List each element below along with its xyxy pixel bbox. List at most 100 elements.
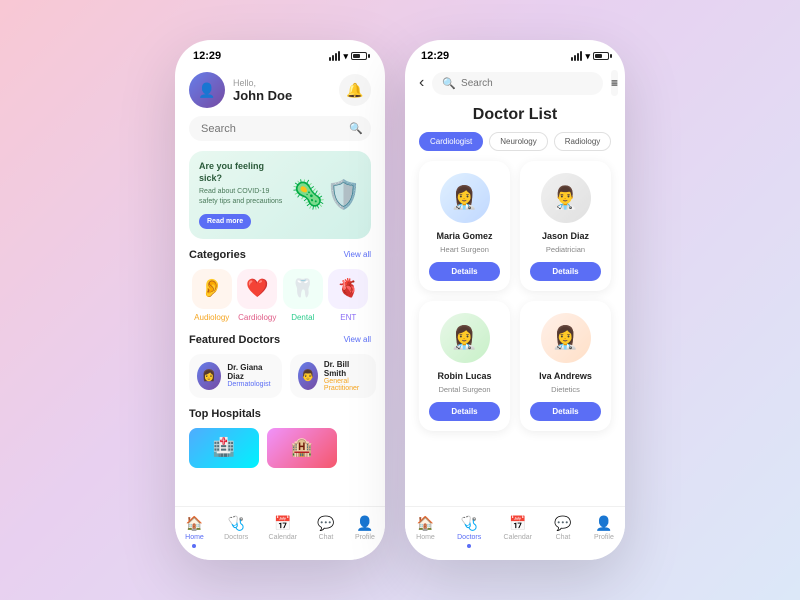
bottom-nav-left: 🏠 Home 🩺 Doctors 📅 Calendar 💬 Chat 👤 Pro… <box>175 506 385 560</box>
doctor-info-2: Dr. Bill Smith General Practitioner <box>324 360 368 392</box>
nav-doctors-right[interactable]: 🩺 Doctors <box>457 515 481 548</box>
featured-view-all[interactable]: View all <box>344 335 371 344</box>
nav-home-left[interactable]: 🏠 Home <box>185 515 204 548</box>
ent-label: ENT <box>340 313 356 322</box>
doctor-spec-1: Dermatologist <box>227 381 274 388</box>
calendar-icon-right: 📅 <box>509 515 526 532</box>
details-button-jason[interactable]: Details <box>530 262 601 281</box>
doctor-avatar-1: 👩 <box>197 362 221 390</box>
chat-icon-left: 💬 <box>317 515 334 532</box>
nav-calendar-right[interactable]: 📅 Calendar <box>504 515 532 548</box>
audiology-icon-wrap: 👂 <box>192 269 232 309</box>
nav-home-right[interactable]: 🏠 Home <box>416 515 435 548</box>
doctor-avatar-robin: 👩‍⚕️ <box>440 313 490 363</box>
nav-dot-right <box>467 544 471 548</box>
notification-button[interactable]: 🔔 <box>339 74 371 106</box>
nav-calendar-left[interactable]: 📅 Calendar <box>269 515 297 548</box>
left-phone: 12:29 ▾ 👤 Hello, John Doe <box>175 40 385 560</box>
doctor-card-robin: 👩‍⚕️ Robin Lucas Dental Surgeon Details <box>419 301 510 431</box>
categories-view-all[interactable]: View all <box>344 250 371 259</box>
search-input-right[interactable] <box>461 78 593 89</box>
dental-label: Dental <box>291 313 314 322</box>
categories-list: 👂 Audiology ❤️ Cardiology 🦷 Dental 🫀 <box>175 269 385 322</box>
signal-icon-right <box>571 51 582 61</box>
nav-chat-right[interactable]: 💬 Chat <box>554 515 571 548</box>
filter-button[interactable]: ≡ <box>611 70 618 96</box>
doctor-name-jason: Jason Diaz <box>542 231 589 241</box>
details-button-maria[interactable]: Details <box>429 262 500 281</box>
featured-doctors-title: Featured Doctors <box>189 334 280 346</box>
chat-label-left: Chat <box>319 534 334 541</box>
calendar-icon-left: 📅 <box>274 515 291 532</box>
tab-cardiologist[interactable]: Cardiologist <box>419 132 483 151</box>
category-cardiology[interactable]: ❤️ Cardiology <box>237 269 277 322</box>
doctors-label-left: Doctors <box>224 534 248 541</box>
doctor-name-maria: Maria Gomez <box>436 231 492 241</box>
right-header: ‹ 🔍 ≡ <box>405 66 625 102</box>
header-left: 👤 Hello, John Doe 🔔 <box>175 66 385 116</box>
featured-doctor-1[interactable]: 👩 Dr. Giana Diaz Dermatologist <box>189 354 282 398</box>
doctors-label-right: Doctors <box>457 534 481 541</box>
doctor-avatar-2: 👨 <box>298 362 318 390</box>
wifi-icon-right: ▾ <box>585 51 590 62</box>
calendar-label-right: Calendar <box>504 534 532 541</box>
right-phone: 12:29 ▾ ‹ 🔍 ≡ <box>405 40 625 560</box>
page-title: Doctor List <box>405 102 625 132</box>
hospital-1[interactable]: 🏥 <box>189 428 259 468</box>
status-icons-left: ▾ <box>329 51 367 62</box>
tab-radiology[interactable]: Radiology <box>554 132 612 151</box>
category-audiology[interactable]: 👂 Audiology <box>192 269 232 322</box>
category-ent[interactable]: 🫀 ENT <box>328 269 368 322</box>
search-icon-left: 🔍 <box>349 122 363 135</box>
hospitals-title: Top Hospitals <box>189 408 261 420</box>
doctor-avatar-jason: 👨‍⚕️ <box>541 173 591 223</box>
greeting: Hello, <box>233 78 292 88</box>
doctor-spec-maria: Heart Surgeon <box>440 245 489 254</box>
tab-neurology[interactable]: Neurology <box>489 132 547 151</box>
featured-doctors-list: 👩 Dr. Giana Diaz Dermatologist 👨 Dr. Bil… <box>175 354 385 398</box>
featured-doctor-2[interactable]: 👨 Dr. Bill Smith General Practitioner <box>290 354 375 398</box>
nav-profile-right[interactable]: 👤 Profile <box>594 515 614 548</box>
read-more-button[interactable]: Read more <box>199 214 251 229</box>
doctor-avatar-iva: 👩‍⚕️ <box>541 313 591 363</box>
category-tabs: Cardiologist Neurology Radiology <box>405 132 625 161</box>
name-block: Hello, John Doe <box>233 78 292 103</box>
doctor-name-1: Dr. Giana Diaz <box>227 363 274 381</box>
hospital-2[interactable]: 🏨 <box>267 428 337 468</box>
doctor-spec-robin: Dental Surgeon <box>438 385 490 394</box>
ent-icon-wrap: 🫀 <box>328 269 368 309</box>
cardiology-icon-wrap: ❤️ <box>237 269 277 309</box>
dental-icon: 🦷 <box>292 278 314 299</box>
doctor-name-robin: Robin Lucas <box>437 371 491 381</box>
doctors-icon-right: 🩺 <box>460 515 477 532</box>
banner-text: Are you feeling sick? Read about COVID-1… <box>199 161 285 229</box>
doctor-spec-2: General Practitioner <box>324 378 368 392</box>
time-left: 12:29 <box>193 50 221 62</box>
nav-active-dot <box>192 544 196 548</box>
details-button-iva[interactable]: Details <box>530 402 601 421</box>
calendar-label-left: Calendar <box>269 534 297 541</box>
cardiology-icon: ❤️ <box>246 278 268 299</box>
back-button[interactable]: ‹ <box>419 74 424 92</box>
banner-illustration: 🦠🛡️ <box>291 178 361 211</box>
nav-doctors-left[interactable]: 🩺 Doctors <box>224 515 248 548</box>
search-input-left[interactable] <box>201 123 343 135</box>
nav-chat-left[interactable]: 💬 Chat <box>317 515 334 548</box>
search-bar-right[interactable]: 🔍 <box>432 72 603 95</box>
covid-banner: Are you feeling sick? Read about COVID-1… <box>189 151 371 239</box>
category-dental[interactable]: 🦷 Dental <box>283 269 323 322</box>
home-label-left: Home <box>185 534 204 541</box>
profile-icon-right: 👤 <box>595 515 612 532</box>
avatar: 👤 <box>189 72 225 108</box>
dental-icon-wrap: 🦷 <box>283 269 323 309</box>
home-label-right: Home <box>416 534 435 541</box>
doctors-icon-left: 🩺 <box>227 515 244 532</box>
details-button-robin[interactable]: Details <box>429 402 500 421</box>
profile-label-right: Profile <box>594 534 614 541</box>
time-right: 12:29 <box>421 50 449 62</box>
ent-icon: 🫀 <box>337 278 359 299</box>
doctors-grid: 👩‍⚕️ Maria Gomez Heart Surgeon Details 👨… <box>405 161 625 431</box>
categories-title: Categories <box>189 249 246 261</box>
nav-profile-left[interactable]: 👤 Profile <box>355 515 375 548</box>
search-bar-left[interactable]: 🔍 <box>189 116 371 141</box>
